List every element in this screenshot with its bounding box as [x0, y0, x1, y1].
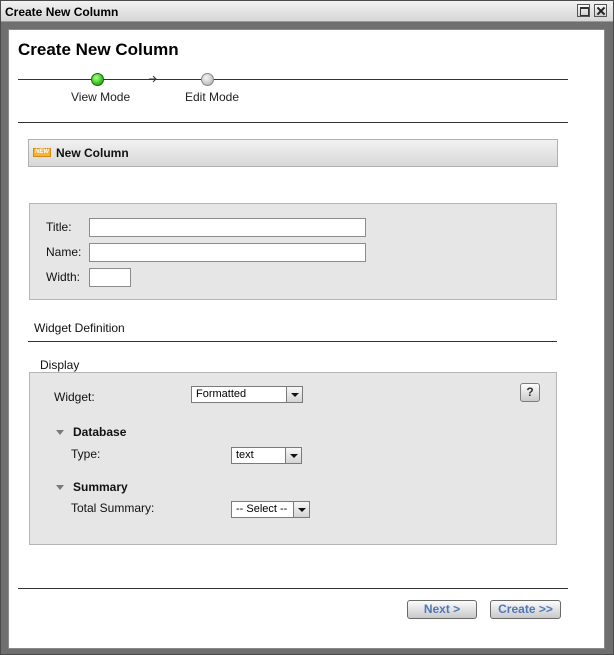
- help-button[interactable]: ?: [520, 383, 540, 402]
- divider: [18, 588, 568, 589]
- next-button[interactable]: Next >: [407, 600, 477, 619]
- section-title: New Column: [56, 146, 129, 160]
- column-fields-panel: Title: Name: Width:: [29, 203, 557, 300]
- title-bar[interactable]: Create New Column: [1, 1, 613, 22]
- dialog-window: Create New Column Create New Column View…: [0, 0, 614, 655]
- name-label: Name:: [46, 245, 82, 259]
- close-icon[interactable]: [594, 4, 607, 17]
- width-label: Width:: [46, 270, 81, 284]
- type-select[interactable]: text: [231, 447, 302, 464]
- summary-heading[interactable]: Summary: [73, 480, 128, 494]
- collapse-triangle-icon[interactable]: [56, 430, 64, 435]
- new-column-section-header: NEW New Column: [28, 139, 558, 167]
- type-select-value: text: [236, 449, 254, 461]
- chevron-down-icon[interactable]: [293, 502, 309, 517]
- chevron-down-icon[interactable]: [286, 387, 302, 402]
- title-input[interactable]: [89, 218, 366, 237]
- widget-select[interactable]: Formatted: [191, 386, 303, 403]
- new-badge-icon: NEW: [33, 148, 51, 157]
- divider: [28, 341, 557, 342]
- minimize-icon[interactable]: [577, 4, 590, 17]
- step-edit-mode-label: Edit Mode: [185, 90, 240, 104]
- name-input[interactable]: [89, 243, 366, 262]
- chevron-down-icon[interactable]: [285, 448, 301, 463]
- database-heading[interactable]: Database: [73, 425, 126, 439]
- divider: [18, 122, 568, 123]
- step-view-mode-indicator: [91, 73, 104, 86]
- width-input[interactable]: [89, 268, 131, 287]
- display-heading: Display: [40, 358, 80, 372]
- title-label: Title:: [46, 220, 72, 234]
- total-summary-select-value: -- Select --: [236, 503, 288, 515]
- display-panel: Widget: Formatted ? Database Type: text …: [29, 372, 557, 545]
- create-button[interactable]: Create >>: [490, 600, 561, 619]
- widget-label: Widget:: [54, 390, 95, 404]
- total-summary-select[interactable]: -- Select --: [231, 501, 310, 518]
- widget-definition-heading: Widget Definition: [34, 321, 125, 335]
- arrow-right-icon: [149, 75, 157, 83]
- window-title: Create New Column: [5, 5, 119, 19]
- page-title: Create New Column: [18, 40, 179, 59]
- type-label: Type:: [71, 447, 101, 461]
- dialog-content: Create New Column View Mode Edit Mode NE…: [8, 29, 605, 649]
- step-edit-mode-indicator: [201, 73, 214, 86]
- total-summary-label: Total Summary:: [71, 501, 155, 515]
- widget-select-value: Formatted: [196, 388, 247, 400]
- step-view-mode-label: View Mode: [71, 90, 131, 104]
- collapse-triangle-icon[interactable]: [56, 485, 64, 490]
